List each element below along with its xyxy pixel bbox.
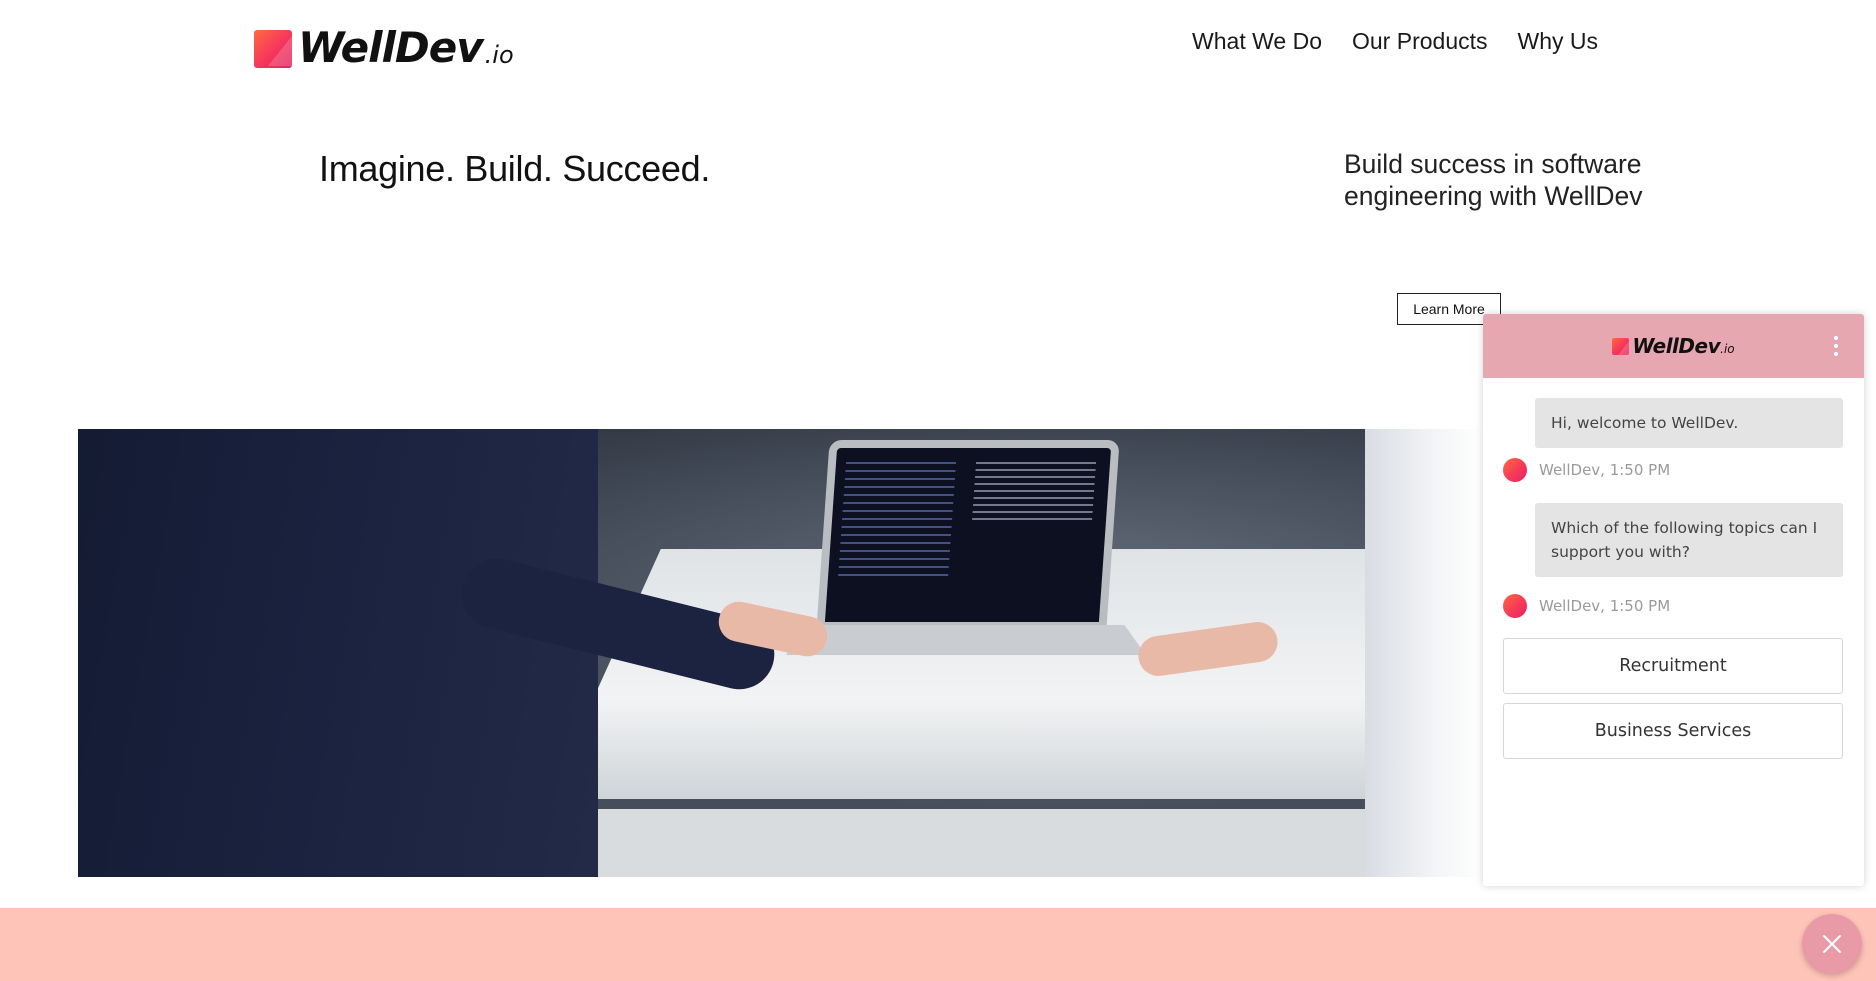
chat-meta-text: WellDev, 1:50 PM	[1539, 597, 1671, 615]
chat-message: Which of the following topics can I supp…	[1535, 503, 1843, 577]
logo-text: WellDev	[298, 23, 484, 72]
close-icon	[1823, 935, 1841, 953]
chat-logo-suffix: .io	[1720, 342, 1735, 356]
chat-message-meta: WellDev, 1:50 PM	[1503, 458, 1670, 482]
image-person-left	[78, 429, 598, 877]
hero-image	[78, 429, 1485, 877]
bot-avatar-icon	[1503, 594, 1527, 618]
bot-avatar-icon	[1503, 458, 1527, 482]
hero-subtitle: Build success in software engineering wi…	[1344, 149, 1643, 211]
nav-item-our-products[interactable]: Our Products	[1352, 28, 1488, 55]
chat-meta-text: WellDev, 1:50 PM	[1539, 461, 1671, 479]
nav-item-what-we-do[interactable]: What We Do	[1192, 28, 1322, 55]
chat-message-meta: WellDev, 1:50 PM	[1503, 594, 1670, 618]
pink-section-band	[0, 908, 1876, 981]
image-table-shelf	[498, 809, 1458, 877]
main-nav: What We Do Our Products Why Us	[1192, 28, 1598, 55]
chat-message: Hi, welcome to WellDev.	[1535, 398, 1843, 448]
image-person-right	[1365, 429, 1485, 877]
kebab-icon[interactable]	[1834, 336, 1838, 356]
image-laptop-screen	[816, 440, 1120, 630]
chat-option-recruitment[interactable]: Recruitment	[1503, 638, 1843, 694]
nav-item-why-us[interactable]: Why Us	[1518, 28, 1599, 55]
chat-logo-text: WellDev	[1632, 334, 1721, 358]
hero-title: Imagine. Build. Succeed.	[319, 148, 711, 189]
chat-logo-mark-icon	[1612, 338, 1630, 355]
chat-header: WellDev .io	[1483, 314, 1864, 378]
chat-option-business-services[interactable]: Business Services	[1503, 703, 1843, 759]
logo-suffix: .io	[484, 41, 514, 69]
chat-widget: WellDev .io Hi, welcome to WellDev. Well…	[1483, 314, 1864, 886]
logo[interactable]: WellDev .io	[254, 26, 514, 70]
close-chat-button[interactable]	[1802, 914, 1862, 974]
chat-logo: WellDev .io	[1612, 334, 1735, 358]
image-laptop-base	[786, 625, 1146, 655]
logo-mark-icon	[254, 30, 292, 68]
